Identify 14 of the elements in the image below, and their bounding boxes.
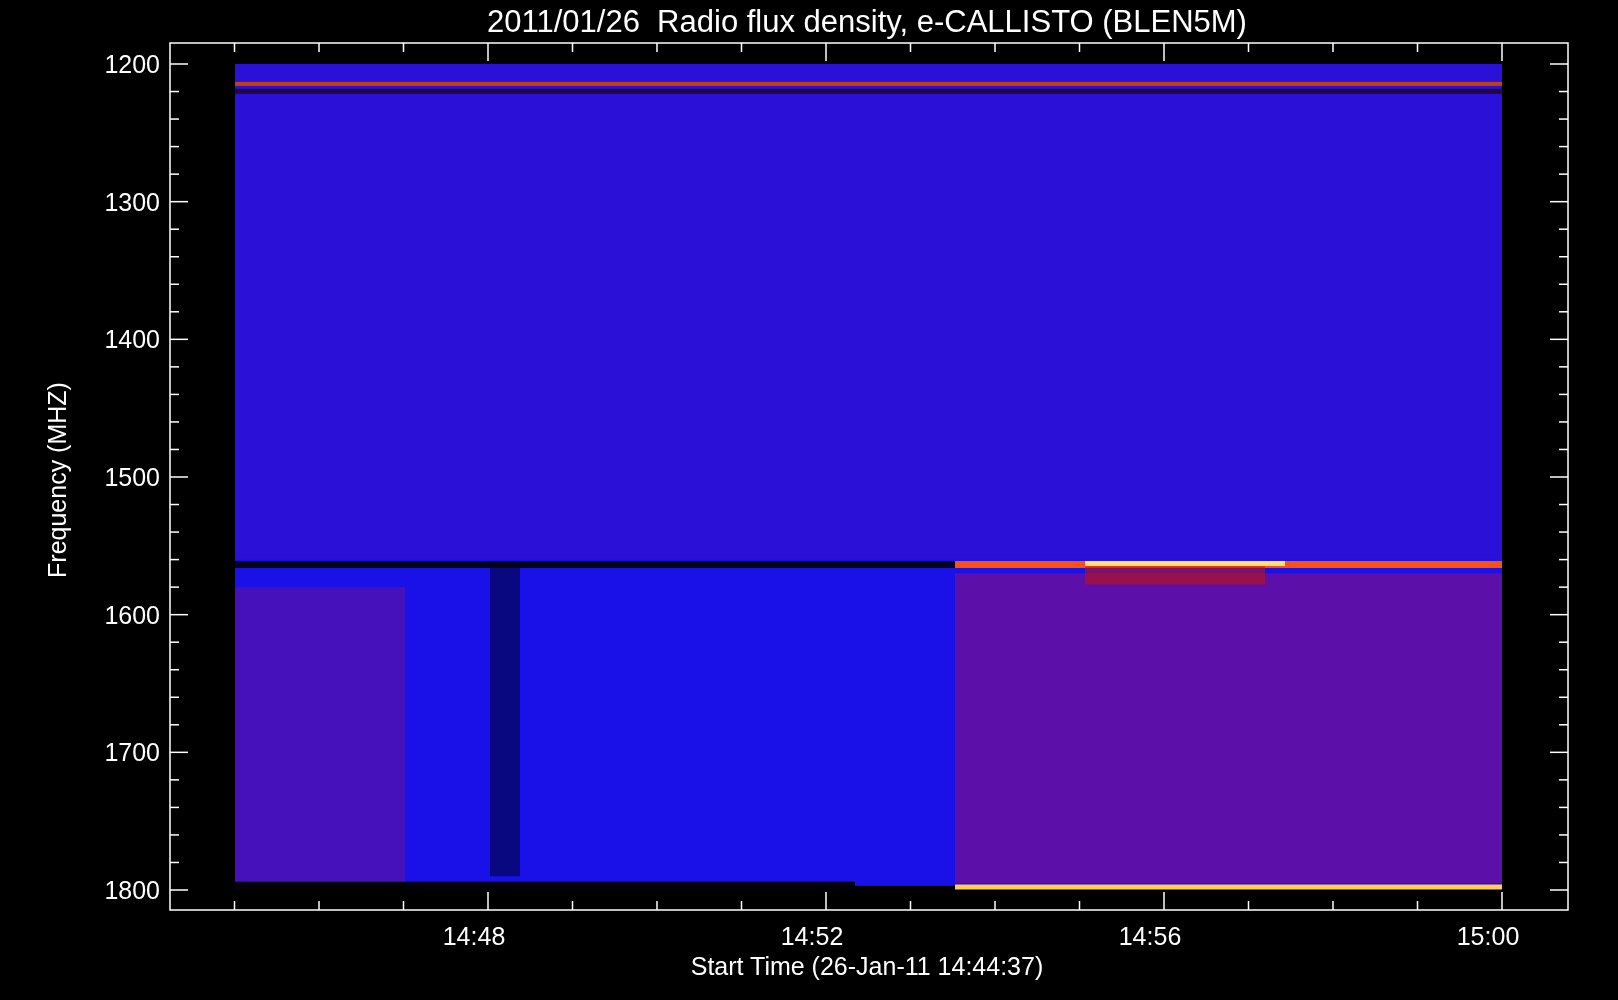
axis-tick-label: 1300 [104, 187, 160, 216]
axis-tick-label: 1400 [104, 325, 160, 354]
axis-tick-label: 1700 [104, 738, 160, 767]
axis-title: Frequency (MHZ) [43, 382, 71, 578]
axis-tick-label: 14:52 [780, 922, 844, 950]
axis-tick-label: 1600 [104, 600, 160, 629]
axis-tick-label: 1500 [104, 463, 160, 491]
axis-tick-label: 1200 [104, 50, 160, 78]
axis-tick-label: 14:48 [442, 922, 506, 950]
axis-title: Start Time (26-Jan-11 14:44:37) [690, 952, 1044, 980]
axis-tick-label: 14:56 [1118, 922, 1182, 950]
axis-tick-label: 1800 [104, 876, 160, 904]
chart-title: 2011/01/26 Radio flux density, e-CALLISTO (BLEN5M) [487, 4, 1247, 39]
axis-tick-label: 15:00 [1456, 922, 1520, 950]
